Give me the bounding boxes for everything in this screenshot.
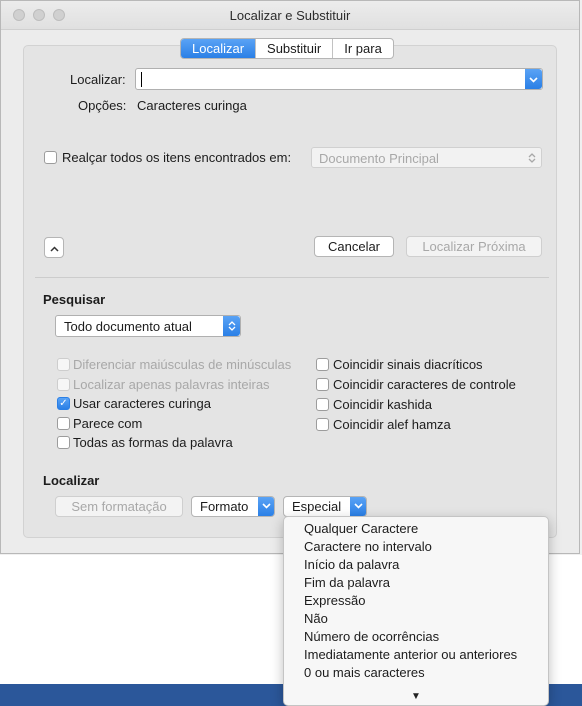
- locate-heading: Localizar: [43, 473, 100, 488]
- special-label: Especial: [292, 499, 342, 514]
- search-scope-select[interactable]: Todo documento atual: [55, 315, 241, 337]
- whole-words-checkbox[interactable]: [57, 378, 70, 391]
- section-divider: [35, 277, 549, 278]
- match-case-checkbox[interactable]: [57, 358, 70, 371]
- wildcards-label: Usar caracteres curinga: [73, 396, 211, 411]
- sounds-like-checkbox[interactable]: [57, 417, 70, 430]
- format-caret: [258, 497, 274, 516]
- diacritics-checkbox[interactable]: [316, 358, 329, 371]
- find-next-button[interactable]: Localizar Próxima: [406, 236, 542, 257]
- word-forms-checkbox[interactable]: [57, 436, 70, 449]
- search-scope-value: Todo documento atual: [64, 319, 192, 334]
- alef-hamza-checkbox[interactable]: [316, 418, 329, 431]
- collapse-button[interactable]: [44, 237, 64, 258]
- menu-item-nao[interactable]: Não: [304, 611, 328, 626]
- alef-hamza-label: Coincidir alef hamza: [333, 417, 451, 432]
- search-heading: Pesquisar: [43, 292, 106, 307]
- menu-item-imediatamente-anterior[interactable]: Imediatamente anterior ou anteriores: [304, 647, 517, 662]
- highlight-scope-select[interactable]: Documento Principal: [311, 147, 542, 168]
- tab-bar: Localizar Substituir Ir para: [180, 38, 394, 59]
- chevron-down-icon: [353, 503, 363, 509]
- wildcards-checkbox[interactable]: ✓: [57, 397, 70, 410]
- menu-item-fim-da-palavra[interactable]: Fim da palavra: [304, 575, 390, 590]
- tab-localizar[interactable]: Localizar: [181, 39, 256, 58]
- diacritics-label: Coincidir sinais diacríticos: [333, 357, 483, 372]
- menu-item-caractere-no-intervalo[interactable]: Caractere no intervalo: [304, 539, 432, 554]
- tab-ir-para[interactable]: Ir para: [332, 39, 393, 58]
- sounds-like-label: Parece com: [73, 416, 143, 431]
- control-chars-label: Coincidir caracteres de controle: [333, 377, 516, 392]
- menu-item-0-ou-mais-caracteres[interactable]: 0 ou mais caracteres: [304, 665, 425, 680]
- find-input[interactable]: [135, 68, 543, 90]
- whole-words-label: Localizar apenas palavras inteiras: [73, 377, 270, 392]
- chevron-down-icon: [529, 77, 538, 83]
- find-label: Localizar:: [70, 72, 126, 87]
- format-dropdown[interactable]: Formato: [191, 496, 275, 517]
- menu-item-expressao[interactable]: Expressão: [304, 593, 365, 608]
- options-value: Caracteres curinga: [137, 98, 247, 113]
- text-cursor: [141, 72, 142, 87]
- word-forms-label: Todas as formas da palavra: [73, 435, 233, 450]
- search-scope-stepper[interactable]: [223, 316, 240, 336]
- kashida-label: Coincidir kashida: [333, 397, 432, 412]
- no-formatting-button[interactable]: Sem formatação: [55, 496, 183, 517]
- menu-item-numero-de-ocorrencias[interactable]: Número de ocorrências: [304, 629, 439, 644]
- chevron-down-icon: [261, 503, 271, 509]
- up-down-arrows-icon: [528, 153, 536, 163]
- chevron-up-icon: [49, 246, 59, 252]
- match-case-label: Diferenciar maiúsculas de minúsculas: [73, 357, 292, 372]
- find-replace-dialog: Localizar e Substituir Localizar Substit…: [0, 0, 580, 554]
- highlight-label: Realçar todos os itens encontrados em:: [62, 150, 292, 165]
- checkmark-icon: ✓: [59, 398, 68, 409]
- options-label: Opções:: [78, 98, 127, 113]
- highlight-checkbox[interactable]: [44, 151, 57, 164]
- tab-substituir[interactable]: Substituir: [255, 39, 332, 58]
- cancel-button[interactable]: Cancelar: [314, 236, 394, 257]
- special-menu: Qualquer Caractere Caractere no interval…: [283, 516, 549, 706]
- special-caret: [350, 497, 366, 516]
- format-label: Formato: [200, 499, 249, 514]
- window-title: Localizar e Substituir: [229, 8, 351, 23]
- find-history-dropdown[interactable]: [525, 69, 542, 89]
- menu-item-inicio-da-palavra[interactable]: Início da palavra: [304, 557, 399, 572]
- menu-scroll-down-icon[interactable]: ▼: [284, 691, 548, 702]
- title-bar: Localizar e Substituir: [1, 1, 579, 30]
- special-dropdown[interactable]: Especial: [283, 496, 367, 517]
- up-down-arrows-icon: [228, 321, 235, 331]
- kashida-checkbox[interactable]: [316, 398, 329, 411]
- highlight-scope-value: Documento Principal: [319, 151, 439, 166]
- menu-item-qualquer-caractere[interactable]: Qualquer Caractere: [304, 521, 418, 536]
- control-chars-checkbox[interactable]: [316, 378, 329, 391]
